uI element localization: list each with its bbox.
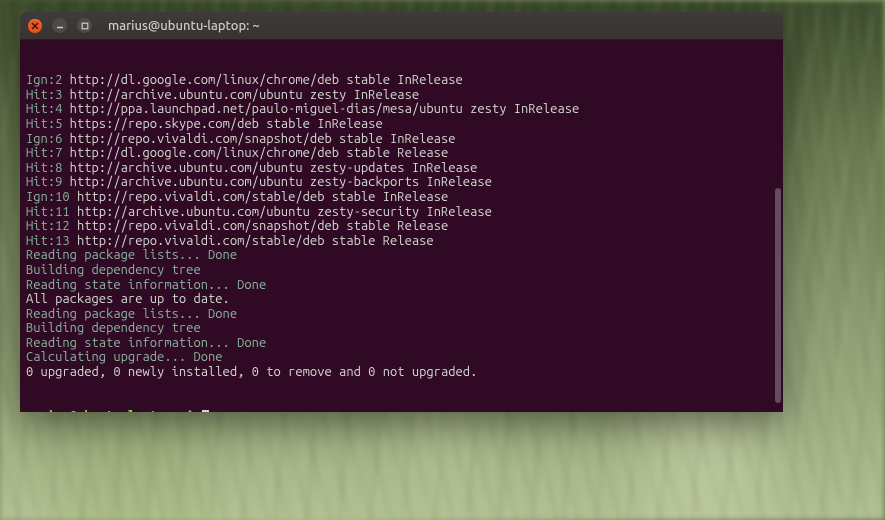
terminal-line: Hit:12 http://repo.vivaldi.com/snapshot/…	[26, 219, 777, 234]
prompt-sigil: $	[186, 409, 193, 412]
terminal-line: Reading state information... Done	[26, 278, 777, 293]
terminal-line: 0 upgraded, 0 newly installed, 0 to remo…	[26, 365, 777, 380]
window-controls	[28, 18, 92, 33]
close-icon	[31, 22, 39, 30]
terminal-line: Hit:5 https://repo.skype.com/deb stable …	[26, 117, 777, 132]
terminal-line: Ign:6 http://repo.vivaldi.com/snapshot/d…	[26, 132, 777, 147]
terminal-line: Ign:2 http://dl.google.com/linux/chrome/…	[26, 73, 777, 88]
terminal-output: Ign:2 http://dl.google.com/linux/chrome/…	[26, 73, 777, 379]
terminal-line: All packages are up to date.	[26, 292, 777, 307]
titlebar[interactable]: marius@ubuntu-laptop: ~	[20, 12, 783, 40]
prompt-user-host: marius@ubuntu-laptop	[26, 409, 172, 412]
terminal-line: Reading state information... Done	[26, 336, 777, 351]
terminal-window: marius@ubuntu-laptop: ~ Ign:2 http://dl.…	[20, 12, 783, 412]
maximize-icon	[81, 22, 89, 30]
scrollbar-thumb[interactable]	[775, 188, 781, 403]
terminal-line: Hit:3 http://archive.ubuntu.com/ubuntu z…	[26, 88, 777, 103]
terminal-line: Calculating upgrade... Done	[26, 350, 777, 365]
terminal-body[interactable]: Ign:2 http://dl.google.com/linux/chrome/…	[20, 40, 783, 412]
terminal-line: Hit:11 http://archive.ubuntu.com/ubuntu …	[26, 205, 777, 220]
terminal-line: Ign:10 http://repo.vivaldi.com/stable/de…	[26, 190, 777, 205]
minimize-icon	[56, 22, 64, 30]
terminal-scrollbar[interactable]	[773, 40, 781, 410]
minimize-button[interactable]	[52, 18, 67, 33]
terminal-line: Hit:8 http://archive.ubuntu.com/ubuntu z…	[26, 161, 777, 176]
terminal-line: Reading package lists... Done	[26, 307, 777, 322]
terminal-line: Hit:13 http://repo.vivaldi.com/stable/de…	[26, 234, 777, 249]
terminal-line: Hit:4 http://ppa.launchpad.net/paulo-mig…	[26, 102, 777, 117]
terminal-line: Building dependency tree	[26, 321, 777, 336]
terminal-line: Reading package lists... Done	[26, 248, 777, 263]
maximize-button[interactable]	[77, 18, 92, 33]
terminal-line: Building dependency tree	[26, 263, 777, 278]
prompt-sep: :	[172, 409, 179, 412]
close-button[interactable]	[28, 19, 42, 33]
terminal-line: Hit:9 http://archive.ubuntu.com/ubuntu z…	[26, 175, 777, 190]
terminal-cursor	[202, 410, 209, 412]
terminal-line: Hit:7 http://dl.google.com/linux/chrome/…	[26, 146, 777, 161]
terminal-prompt-line: marius@ubuntu-laptop:~$	[26, 409, 777, 412]
window-title: marius@ubuntu-laptop: ~	[108, 19, 260, 33]
